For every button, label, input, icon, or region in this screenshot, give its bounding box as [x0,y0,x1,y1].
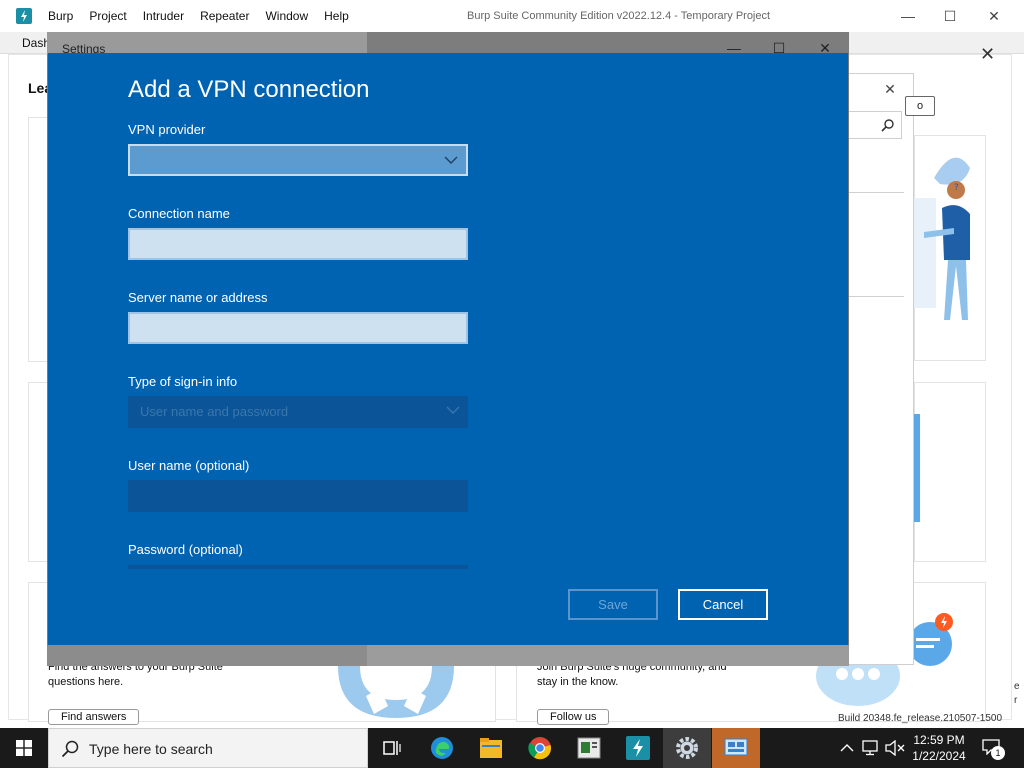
background-popup-button[interactable]: o [905,96,935,116]
username-input[interactable] [128,480,468,512]
lifebuoy-illustration [338,666,454,718]
divider [848,192,904,193]
tray-date: 1/22/2024 [912,749,966,763]
tray-clock[interactable]: 12:59 PM 1/22/2024 [908,732,970,764]
burp-icon [626,736,650,760]
save-button[interactable]: Save [568,589,658,620]
start-button[interactable] [0,728,48,768]
taskbar-file-explorer[interactable] [467,728,515,768]
taskbar-search-placeholder: Type here to search [89,741,213,757]
cancel-button[interactable]: Cancel [678,589,768,620]
chrome-icon [528,737,552,760]
vpn-provider-select[interactable] [128,144,468,176]
burp-window-title: Burp Suite Community Edition v2022.12.4 … [467,10,771,22]
burp-close-button[interactable]: ✕ [984,7,1004,25]
edge-icon [431,737,453,759]
card-left-top [28,117,48,362]
taskbar-chrome[interactable] [516,728,564,768]
right-edge-text: e r [1014,681,1020,706]
person-illustration: ? [914,157,970,320]
find-answers-button[interactable]: Find answers [48,709,140,725]
gear-icon [676,737,698,759]
menu-help[interactable]: Help [316,9,357,23]
control-panel-icon [724,738,748,756]
divider [848,296,904,297]
build-version-text: Build 20348.fe_release.210507-1500 [838,713,1003,724]
settings-bottom-bar [47,645,849,666]
svg-text:?: ? [954,183,959,193]
signin-type-select[interactable]: User name and password [128,396,468,428]
taskbar-app[interactable] [565,728,613,768]
dialog-title: Add a VPN connection [128,76,370,103]
task-view-button[interactable] [368,728,416,768]
taskbar-control-panel[interactable] [712,728,760,768]
signin-type-value: User name and password [140,404,289,419]
taskbar-burp[interactable] [614,728,662,768]
menu-intruder[interactable]: Intruder [135,9,192,23]
task-view-icon [383,741,401,755]
server-address-label: Server name or address [128,290,268,305]
connection-name-input[interactable] [128,228,468,260]
connection-name-label: Connection name [128,206,230,221]
username-label: User name (optional) [128,458,250,473]
chevron-down-icon [446,406,460,414]
volume-muted-icon[interactable] [885,740,905,756]
burp-logo-icon [16,8,32,24]
menu-repeater[interactable]: Repeater [192,9,257,23]
menu-burp[interactable]: Burp [40,9,81,23]
search-icon [881,119,894,132]
notification-center-button[interactable]: 1 [980,736,1006,760]
background-popup-close-icon[interactable]: ✕ [880,80,900,98]
vpn-provider-label: VPN provider [128,122,206,137]
card-right-mid [914,382,986,562]
learn-close-icon[interactable]: ✕ [980,44,995,65]
background-popup-search-input[interactable] [848,111,902,139]
taskbar-search-box[interactable]: Type here to search [48,728,368,768]
network-icon[interactable] [862,740,880,756]
chevron-down-icon [444,156,458,164]
chevron-up-icon[interactable] [840,741,854,755]
follow-us-button[interactable]: Follow us [537,709,610,725]
menu-project[interactable]: Project [81,9,134,23]
folder-icon [480,738,502,758]
tray-time: 12:59 PM [913,733,965,747]
burp-maximize-button[interactable]: ☐ [940,7,960,25]
burp-menu-bar: Burp Project Intruder Repeater Window He… [40,9,357,23]
server-address-input[interactable] [128,312,468,344]
card-left-mid [28,382,48,562]
windows-logo-icon [16,740,32,756]
background-popup [846,73,914,665]
document-app-icon [577,737,601,759]
signin-type-label: Type of sign-in info [128,374,238,389]
password-input[interactable] [128,565,468,569]
menu-window[interactable]: Window [257,9,316,23]
search-icon [61,740,79,758]
taskbar-edge[interactable] [418,728,466,768]
notification-badge: 1 [991,746,1005,760]
taskbar-settings[interactable] [663,728,711,768]
burp-minimize-button[interactable]: — [898,7,918,25]
password-label: Password (optional) [128,542,243,557]
tab-dashboard[interactable]: Dash [22,36,50,50]
